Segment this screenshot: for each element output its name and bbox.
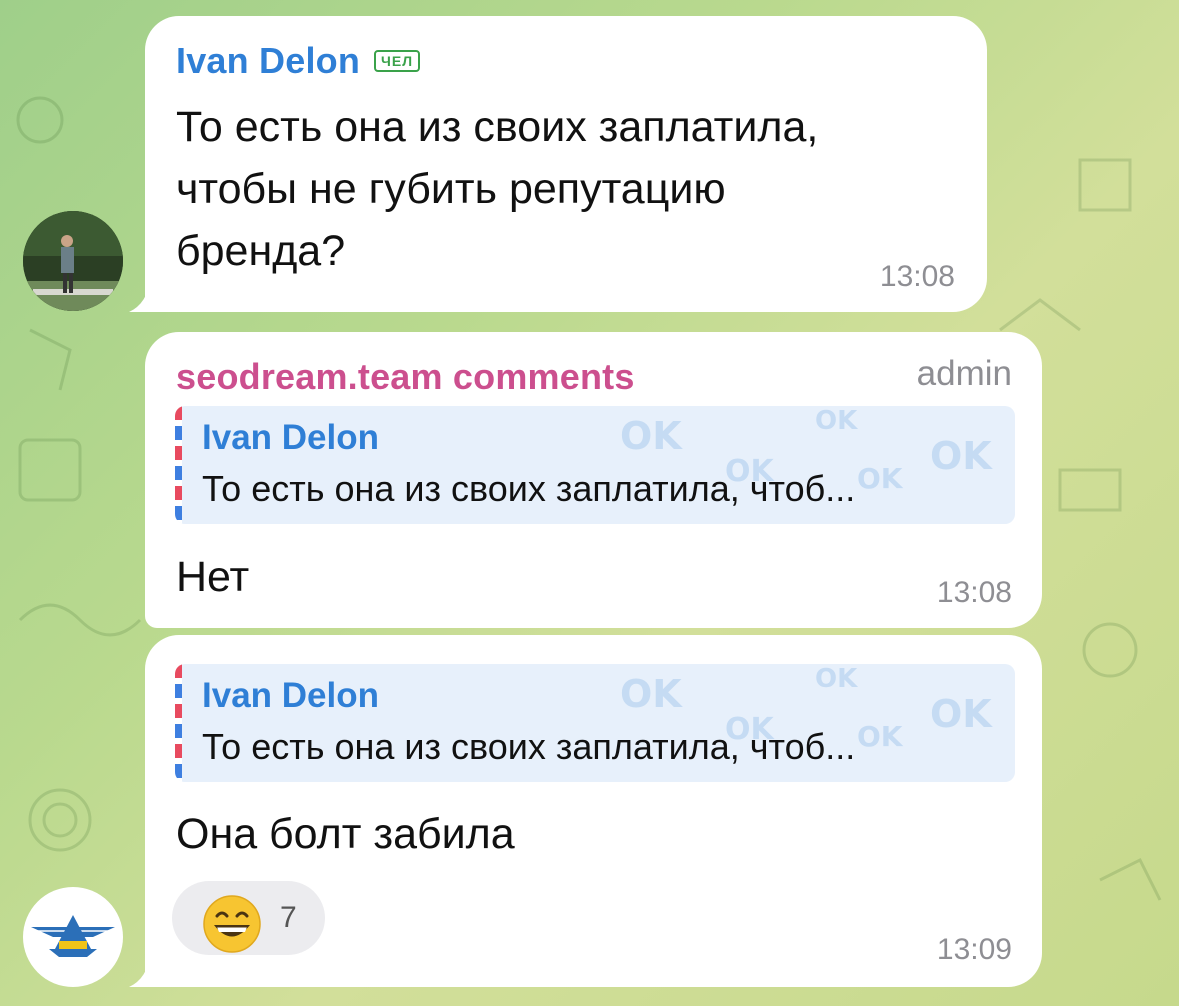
avatar-seodream-team[interactable] bbox=[23, 887, 123, 987]
reply-watermark: OK bbox=[815, 406, 858, 436]
reply-quote-bar bbox=[175, 406, 182, 524]
reply-watermark: OK bbox=[815, 664, 858, 694]
message-bubble-3[interactable]: OK OK OK OK OK Ivan Delon То есть она из… bbox=[129, 635, 1042, 987]
sender-row: Ivan Delon ЧЕЛ bbox=[176, 40, 421, 82]
message-time: 13:08 bbox=[879, 260, 955, 293]
message-text-line: То есть она из своих заплатила, bbox=[176, 103, 819, 151]
bubble-tail bbox=[129, 278, 169, 312]
message-time: 13:09 bbox=[936, 933, 1012, 966]
reply-watermark: OK bbox=[620, 672, 682, 716]
message-time: 13:08 bbox=[936, 576, 1012, 609]
reply-quote[interactable]: OK OK OK OK OK Ivan Delon То есть она из… bbox=[175, 406, 1015, 524]
message-text: Она болт забила bbox=[176, 810, 515, 858]
sdt-logo-icon bbox=[31, 915, 115, 957]
message-text: Нет bbox=[176, 553, 250, 601]
avatar-ivan-delon[interactable] bbox=[23, 211, 123, 311]
reply-watermark: OK bbox=[857, 462, 903, 495]
reply-watermark: OK bbox=[857, 720, 903, 753]
reaction-chip[interactable]: 7 bbox=[172, 881, 325, 955]
reply-quote[interactable]: OK OK OK OK OK Ivan Delon То есть она из… bbox=[175, 664, 1015, 782]
reply-watermark: OK bbox=[930, 434, 992, 478]
message-bubble-1[interactable]: Ivan Delon ЧЕЛ То есть она из своих запл… bbox=[129, 16, 987, 312]
reply-text: То есть она из своих заплатила, чтоб... bbox=[202, 726, 856, 767]
sender-row: seodream.team comments bbox=[176, 356, 635, 398]
message-bubble-2[interactable]: seodream.team comments admin OK OK OK OK… bbox=[145, 332, 1042, 628]
avatar-photo bbox=[23, 211, 123, 311]
reply-sender-name: Ivan Delon bbox=[202, 418, 379, 457]
sender-tag-badge: ЧЕЛ bbox=[374, 50, 421, 72]
reply-watermark: OK bbox=[930, 692, 992, 736]
reply-quote-bar bbox=[175, 664, 182, 782]
admin-role-label: admin bbox=[916, 354, 1012, 393]
message-text-line: бренда? bbox=[176, 227, 346, 275]
sender-name[interactable]: Ivan Delon bbox=[176, 40, 360, 82]
reply-sender-name: Ivan Delon bbox=[202, 676, 379, 715]
reply-text: То есть она из своих заплатила, чтоб... bbox=[202, 468, 856, 509]
reaction-count: 7 bbox=[280, 901, 297, 934]
sender-name[interactable]: seodream.team comments bbox=[176, 356, 635, 398]
bubble-tail bbox=[129, 953, 169, 987]
grinning-face-emoji-icon bbox=[203, 895, 261, 953]
message-text-line: чтобы не губить репутацию bbox=[176, 165, 726, 213]
message-text: То есть она из своих заплатила, чтобы не… bbox=[176, 96, 956, 282]
reply-watermark: OK bbox=[620, 414, 682, 458]
